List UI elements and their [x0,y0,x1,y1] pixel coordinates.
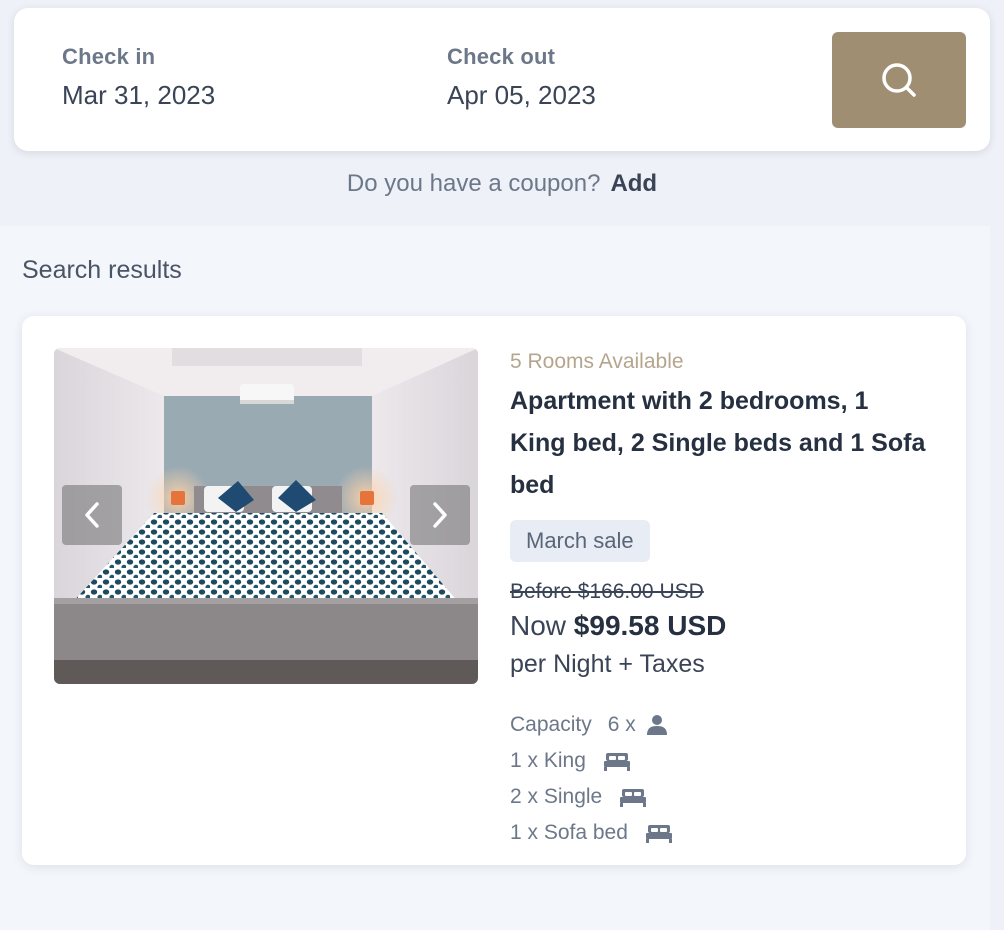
check-out-field[interactable]: Check out Apr 05, 2023 [447,44,596,111]
room-photo [54,348,478,684]
add-coupon-link[interactable]: Add [610,170,657,197]
availability-text: 5 Rooms Available [510,350,684,373]
room-features: Capacity 6 x 1 x King 2 x Single 1 x Sof… [510,707,930,851]
coupon-row: Do you have a coupon? Add [0,170,1004,198]
coupon-question: Do you have a coupon? [346,170,601,197]
bed-row-king: 1 x King [510,743,930,779]
bed-icon [645,825,672,843]
person-icon [646,715,667,735]
current-price: Now $99.58 USD [510,610,930,642]
bed-label-king: 1 x King [510,749,586,772]
original-price: Before $166.00 USD [510,580,704,603]
check-out-label: Check out [447,44,556,69]
bed-label-single: 2 x Single [510,785,603,808]
results-section: Search results 5 Rooms Available Apartme… [0,226,990,930]
bed-row-sofa: 1 x Sofa bed [510,815,930,851]
next-photo-button[interactable] [410,485,470,545]
sale-badge: March sale [510,520,650,562]
chevron-left-icon [85,502,99,528]
previous-photo-button[interactable] [62,485,122,545]
results-title: Search results [22,256,182,284]
chevron-right-icon [433,502,447,528]
capacity-row: Capacity 6 x [510,707,930,743]
room-name[interactable]: Apartment with 2 bedrooms, 1 King bed, 2… [510,380,930,506]
check-in-field[interactable]: Check in Mar 31, 2023 [62,44,215,111]
search-button[interactable] [832,32,966,128]
check-in-label: Check in [62,44,156,69]
booking-search-bar: Check in Mar 31, 2023 Check out Apr 05, … [14,8,990,151]
current-price-amount: $99.58 USD [573,610,727,641]
check-in-value[interactable]: Mar 31, 2023 [62,80,215,111]
check-out-value[interactable]: Apr 05, 2023 [447,80,596,111]
room-result-card[interactable]: 5 Rooms Available Apartment with 2 bedro… [22,316,966,865]
search-icon [882,63,916,97]
capacity-value: 6 x [607,713,636,736]
current-price-prefix: Now [510,610,567,641]
bed-icon [620,789,647,807]
bed-label-sofa: 1 x Sofa bed [510,821,628,844]
bed-row-single: 2 x Single [510,779,930,815]
room-details: 5 Rooms Available Apartment with 2 bedro… [510,350,930,851]
price-note: per Night + Taxes [510,650,705,678]
capacity-label: Capacity [510,713,592,736]
bed-icon [603,753,630,771]
